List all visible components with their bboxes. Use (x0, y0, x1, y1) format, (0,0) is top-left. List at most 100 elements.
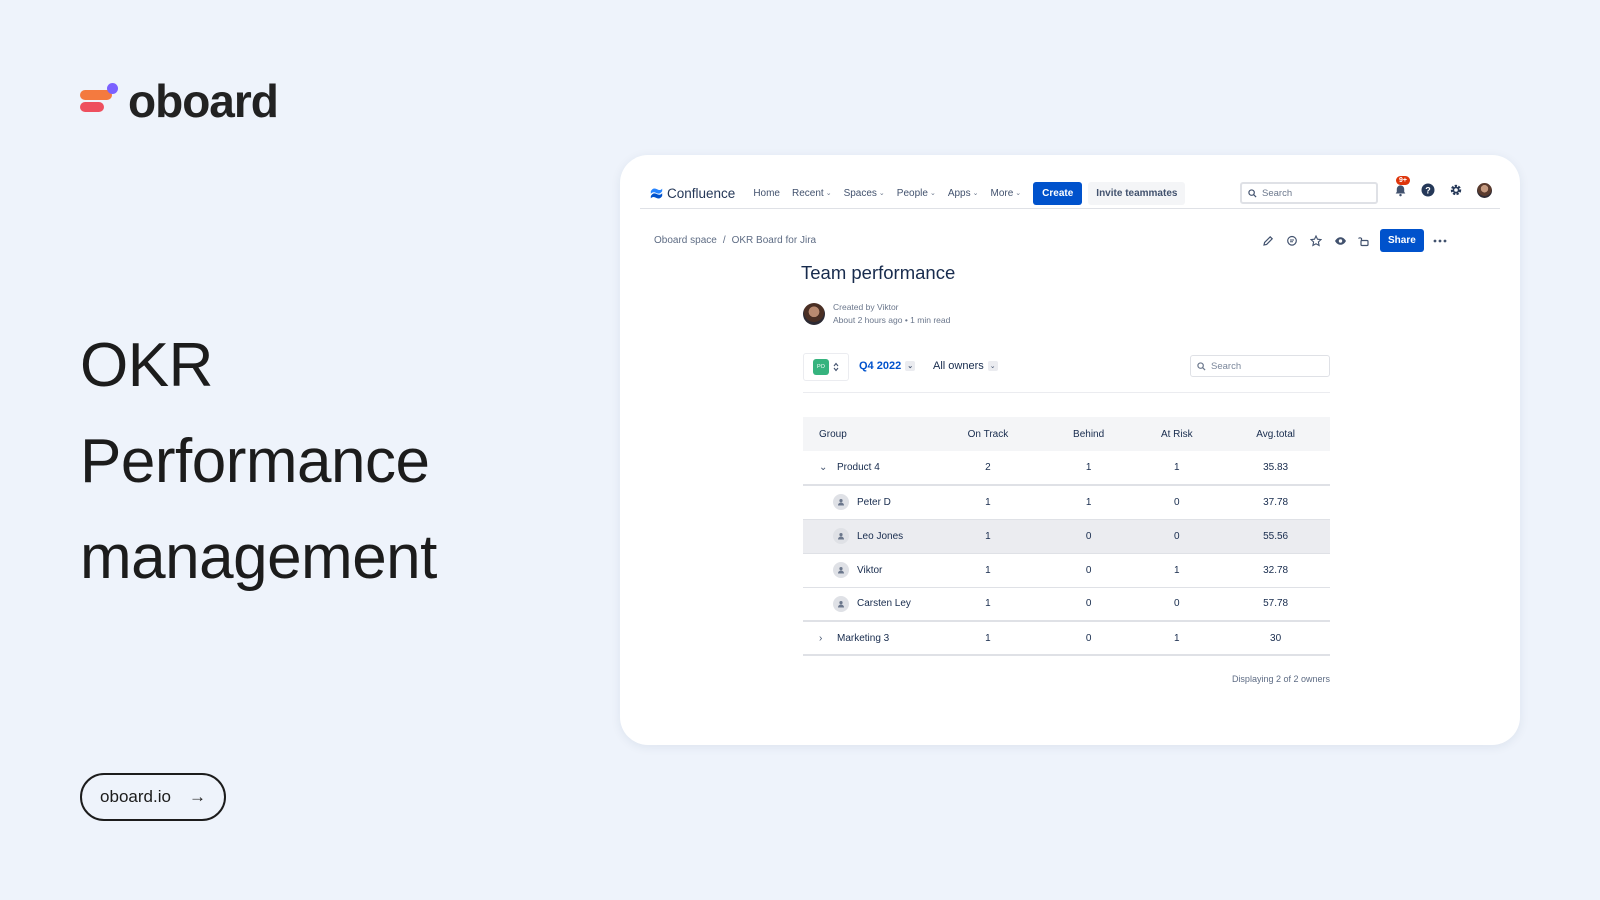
at-risk-cell: 1 (1132, 621, 1222, 656)
on-track-cell: 1 (931, 485, 1045, 520)
breadcrumb-page-link[interactable]: OKR Board for Jira (732, 235, 816, 246)
at-risk-cell: 1 (1132, 451, 1222, 486)
chevron-up-down-icon (833, 362, 839, 372)
owners-filter-select[interactable]: All owners ⌄ (933, 360, 998, 372)
arrow-right-icon: → (188, 787, 206, 806)
table-header-row: Group On Track Behind At Risk Avg.total (803, 417, 1330, 451)
oboard-logo-mark-icon (80, 81, 120, 121)
watch-button[interactable] (1332, 233, 1348, 249)
table-row[interactable]: ⌄ Product 4 2 1 1 35.83 (803, 451, 1330, 486)
column-header-on-track[interactable]: On Track (931, 417, 1045, 451)
table-row[interactable]: Leo Jones 1 0 0 55.56 (803, 519, 1330, 554)
on-track-cell: 1 (931, 519, 1045, 554)
on-track-cell: 1 (931, 621, 1045, 656)
create-button[interactable]: Create (1033, 181, 1083, 205)
search-icon (1197, 361, 1206, 371)
notification-count-badge: 9+ (1396, 176, 1410, 185)
breadcrumb-space-link[interactable]: Oboard space (654, 235, 717, 246)
star-icon (1310, 234, 1322, 247)
board-search-input[interactable]: Search (1190, 355, 1330, 377)
chevron-down-icon[interactable]: ⌄ (819, 462, 829, 473)
on-track-cell: 1 (931, 587, 1045, 622)
nav-home-label: Home (753, 187, 780, 199)
confluence-search-input[interactable]: Search (1240, 182, 1378, 204)
chevron-right-icon[interactable]: › (819, 633, 829, 644)
user-icon (833, 595, 849, 612)
behind-cell: 0 (1044, 553, 1133, 588)
search-placeholder: Search (1262, 187, 1293, 199)
column-header-avg-total[interactable]: Avg.total (1221, 417, 1330, 451)
more-horizontal-icon (1433, 239, 1447, 242)
unlock-icon (1358, 236, 1369, 246)
avg-total-cell: 37.78 (1221, 485, 1330, 520)
nav-apps[interactable]: Apps ⌄ (948, 188, 979, 199)
behind-cell: 1 (1044, 485, 1133, 520)
confluence-screenshot-card: Confluence Home Recent ⌄ Spaces ⌄ People ⌄ … (620, 155, 1520, 745)
member-name: Leo Jones (857, 530, 904, 542)
member-name: Peter D (857, 496, 891, 508)
chevron-down-icon: ⌄ (972, 190, 979, 197)
owners-filter-value: All owners (933, 360, 984, 372)
avg-total-cell: 57.78 (1221, 587, 1330, 622)
help-button[interactable]: ? (1420, 182, 1436, 198)
breadcrumb: Oboard space / OKR Board for Jira (654, 235, 816, 246)
more-actions-button[interactable] (1432, 233, 1448, 249)
member-name: Viktor (857, 564, 883, 576)
nav-spaces[interactable]: Spaces ⌄ (844, 188, 885, 199)
behind-cell: 0 (1044, 519, 1133, 554)
table-row[interactable]: › Marketing 3 1 0 1 30 (803, 621, 1330, 656)
pencil-icon (1263, 235, 1274, 246)
nav-more[interactable]: More ⌄ (990, 188, 1021, 199)
settings-button[interactable] (1448, 182, 1464, 198)
nav-home[interactable]: Home (753, 188, 780, 199)
on-track-cell: 2 (931, 451, 1045, 486)
page-meta-text: About 2 hours ago • 1 min read (833, 315, 951, 325)
nav-people-label: People (896, 187, 928, 199)
quarter-value: Q4 2022 (859, 360, 902, 372)
avg-total-cell: 30 (1221, 621, 1330, 656)
oboard-site-link-button[interactable]: oboard.io → (80, 773, 226, 821)
edit-button[interactable] (1260, 233, 1276, 249)
headline-line-2: Performance (80, 427, 430, 496)
at-risk-cell: 0 (1132, 485, 1222, 520)
nav-apps-label: Apps (947, 187, 971, 199)
table-row[interactable]: Carsten Ley 1 0 0 57.78 (803, 587, 1330, 622)
bell-icon (1395, 184, 1405, 196)
workspace-switcher[interactable]: PO (803, 353, 849, 381)
nav-recent[interactable]: Recent ⌄ (792, 188, 832, 199)
chevron-down-icon: ⌄ (1015, 190, 1022, 197)
comment-button[interactable] (1284, 233, 1300, 249)
chevron-down-icon: ⌄ (987, 361, 998, 371)
page-title: Team performance (801, 262, 956, 283)
nav-spaces-label: Spaces (843, 187, 877, 199)
behind-cell: 0 (1044, 587, 1133, 622)
star-button[interactable] (1308, 233, 1324, 249)
notifications-button[interactable]: 9+ (1392, 176, 1410, 198)
headline-line-1: OKR (80, 331, 213, 400)
behind-cell: 1 (1044, 451, 1133, 486)
share-button[interactable]: Share (1380, 229, 1424, 252)
column-header-at-risk[interactable]: At Risk (1132, 417, 1222, 451)
chevron-down-icon: ⌄ (878, 190, 885, 197)
at-risk-cell: 0 (1132, 519, 1222, 554)
invite-teammates-button[interactable]: Invite teammates (1088, 181, 1186, 205)
table-row[interactable]: Viktor 1 0 1 32.78 (803, 553, 1330, 588)
oboard-logo: oboard (80, 78, 279, 124)
table-row[interactable]: Peter D 1 1 0 37.78 (803, 485, 1330, 520)
column-header-behind[interactable]: Behind (1044, 417, 1133, 451)
confluence-logo[interactable]: Confluence (650, 186, 735, 201)
avg-total-cell: 55.56 (1221, 519, 1330, 554)
restrictions-button[interactable] (1356, 233, 1372, 249)
created-by-text: Created by Viktor (833, 302, 899, 312)
headline-line-3: management (80, 523, 437, 592)
nav-more-label: More (990, 187, 1014, 199)
comment-icon (1287, 235, 1297, 246)
user-icon (833, 494, 849, 511)
profile-avatar-button[interactable] (1476, 182, 1492, 198)
on-track-cell: 1 (931, 553, 1045, 588)
eye-icon (1334, 236, 1346, 245)
member-name: Carsten Ley (857, 598, 911, 610)
nav-people[interactable]: People ⌄ (897, 188, 936, 199)
column-header-group[interactable]: Group (803, 417, 931, 451)
quarter-select[interactable]: Q4 2022 ⌄ (859, 360, 916, 372)
